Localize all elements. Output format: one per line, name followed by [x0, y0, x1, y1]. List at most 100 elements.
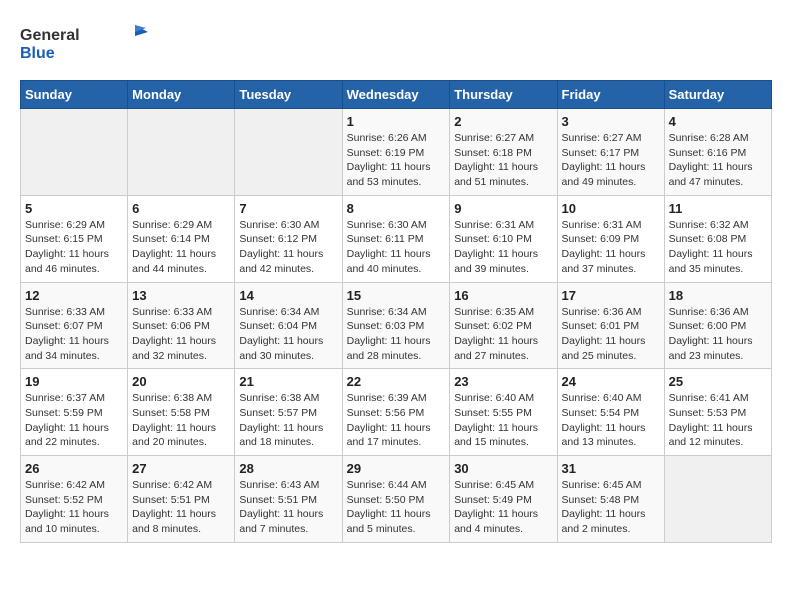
logo: General Blue [20, 20, 150, 70]
calendar-cell: 19 Sunrise: 6:37 AM Sunset: 5:59 PM Dayli… [21, 369, 128, 456]
day-info: Sunrise: 6:27 AM Sunset: 6:18 PM Dayligh… [454, 131, 552, 190]
day-number: 17 [562, 288, 660, 303]
calendar-cell [664, 456, 771, 543]
day-info: Sunrise: 6:45 AM Sunset: 5:49 PM Dayligh… [454, 478, 552, 537]
calendar-cell: 18 Sunrise: 6:36 AM Sunset: 6:00 PM Dayli… [664, 282, 771, 369]
day-info: Sunrise: 6:37 AM Sunset: 5:59 PM Dayligh… [25, 391, 123, 450]
weekday-header-tuesday: Tuesday [235, 81, 342, 109]
calendar-cell: 22 Sunrise: 6:39 AM Sunset: 5:56 PM Dayli… [342, 369, 450, 456]
day-info: Sunrise: 6:43 AM Sunset: 5:51 PM Dayligh… [239, 478, 337, 537]
day-number: 23 [454, 374, 552, 389]
weekday-header-saturday: Saturday [664, 81, 771, 109]
day-number: 21 [239, 374, 337, 389]
day-info: Sunrise: 6:28 AM Sunset: 6:16 PM Dayligh… [669, 131, 767, 190]
day-info: Sunrise: 6:26 AM Sunset: 6:19 PM Dayligh… [347, 131, 446, 190]
calendar-cell: 9 Sunrise: 6:31 AM Sunset: 6:10 PM Daylig… [450, 195, 557, 282]
day-info: Sunrise: 6:44 AM Sunset: 5:50 PM Dayligh… [347, 478, 446, 537]
calendar-cell [128, 109, 235, 196]
calendar-cell: 11 Sunrise: 6:32 AM Sunset: 6:08 PM Dayli… [664, 195, 771, 282]
day-number: 31 [562, 461, 660, 476]
day-info: Sunrise: 6:31 AM Sunset: 6:09 PM Dayligh… [562, 218, 660, 277]
day-number: 25 [669, 374, 767, 389]
weekday-header-sunday: Sunday [21, 81, 128, 109]
day-info: Sunrise: 6:42 AM Sunset: 5:52 PM Dayligh… [25, 478, 123, 537]
calendar-cell: 25 Sunrise: 6:41 AM Sunset: 5:53 PM Dayli… [664, 369, 771, 456]
calendar-cell: 8Sunrise: 6:30 AM Sunset: 6:11 PM Daylig… [342, 195, 450, 282]
calendar-cell: 7 Sunrise: 6:30 AM Sunset: 6:12 PM Daylig… [235, 195, 342, 282]
day-info: Sunrise: 6:41 AM Sunset: 5:53 PM Dayligh… [669, 391, 767, 450]
day-number: 2 [454, 114, 552, 129]
day-number: 6 [132, 201, 230, 216]
day-number: 30 [454, 461, 552, 476]
day-info: Sunrise: 6:36 AM Sunset: 6:01 PM Dayligh… [562, 305, 660, 364]
day-info: Sunrise: 6:38 AM Sunset: 5:57 PM Dayligh… [239, 391, 337, 450]
day-info: Sunrise: 6:39 AM Sunset: 5:56 PM Dayligh… [347, 391, 446, 450]
day-number: 29 [347, 461, 446, 476]
day-number: 22 [347, 374, 446, 389]
day-number: 16 [454, 288, 552, 303]
calendar-week-4: 19 Sunrise: 6:37 AM Sunset: 5:59 PM Dayli… [21, 369, 772, 456]
calendar-cell: 21 Sunrise: 6:38 AM Sunset: 5:57 PM Dayli… [235, 369, 342, 456]
calendar-cell: 2 Sunrise: 6:27 AM Sunset: 6:18 PM Daylig… [450, 109, 557, 196]
day-info: Sunrise: 6:40 AM Sunset: 5:54 PM Dayligh… [562, 391, 660, 450]
day-info: Sunrise: 6:31 AM Sunset: 6:10 PM Dayligh… [454, 218, 552, 277]
calendar-cell: 29 Sunrise: 6:44 AM Sunset: 5:50 PM Dayli… [342, 456, 450, 543]
logo-svg: General Blue [20, 20, 150, 70]
calendar-cell: 24 Sunrise: 6:40 AM Sunset: 5:54 PM Dayli… [557, 369, 664, 456]
calendar-cell: 16 Sunrise: 6:35 AM Sunset: 6:02 PM Dayli… [450, 282, 557, 369]
day-info: Sunrise: 6:42 AM Sunset: 5:51 PM Dayligh… [132, 478, 230, 537]
calendar-cell: 14 Sunrise: 6:34 AM Sunset: 6:04 PM Dayli… [235, 282, 342, 369]
calendar-cell: 5Sunrise: 6:29 AM Sunset: 6:15 PM Daylig… [21, 195, 128, 282]
day-number: 19 [25, 374, 123, 389]
day-number: 28 [239, 461, 337, 476]
calendar-cell: 10 Sunrise: 6:31 AM Sunset: 6:09 PM Dayli… [557, 195, 664, 282]
calendar-cell: 31 Sunrise: 6:45 AM Sunset: 5:48 PM Dayli… [557, 456, 664, 543]
svg-text:Blue: Blue [20, 45, 55, 62]
calendar-cell: 13Sunrise: 6:33 AM Sunset: 6:06 PM Dayli… [128, 282, 235, 369]
weekday-header-thursday: Thursday [450, 81, 557, 109]
calendar-cell: 4Sunrise: 6:28 AM Sunset: 6:16 PM Daylig… [664, 109, 771, 196]
day-number: 18 [669, 288, 767, 303]
page-header: General Blue [20, 20, 772, 70]
calendar-cell: 6 Sunrise: 6:29 AM Sunset: 6:14 PM Daylig… [128, 195, 235, 282]
day-info: Sunrise: 6:36 AM Sunset: 6:00 PM Dayligh… [669, 305, 767, 364]
day-number: 7 [239, 201, 337, 216]
calendar-cell: 30 Sunrise: 6:45 AM Sunset: 5:49 PM Dayli… [450, 456, 557, 543]
calendar-cell [235, 109, 342, 196]
day-info: Sunrise: 6:30 AM Sunset: 6:12 PM Dayligh… [239, 218, 337, 277]
calendar-table: SundayMondayTuesdayWednesdayThursdayFrid… [20, 80, 772, 543]
day-info: Sunrise: 6:45 AM Sunset: 5:48 PM Dayligh… [562, 478, 660, 537]
day-info: Sunrise: 6:35 AM Sunset: 6:02 PM Dayligh… [454, 305, 552, 364]
calendar-cell: 28 Sunrise: 6:43 AM Sunset: 5:51 PM Dayli… [235, 456, 342, 543]
weekday-header-friday: Friday [557, 81, 664, 109]
day-number: 9 [454, 201, 552, 216]
day-number: 14 [239, 288, 337, 303]
day-info: Sunrise: 6:34 AM Sunset: 6:04 PM Dayligh… [239, 305, 337, 364]
day-info: Sunrise: 6:27 AM Sunset: 6:17 PM Dayligh… [562, 131, 660, 190]
day-number: 24 [562, 374, 660, 389]
day-number: 15 [347, 288, 446, 303]
day-number: 1 [347, 114, 446, 129]
day-info: Sunrise: 6:33 AM Sunset: 6:07 PM Dayligh… [25, 305, 123, 364]
day-number: 26 [25, 461, 123, 476]
day-number: 20 [132, 374, 230, 389]
day-info: Sunrise: 6:40 AM Sunset: 5:55 PM Dayligh… [454, 391, 552, 450]
day-number: 12 [25, 288, 123, 303]
calendar-cell [21, 109, 128, 196]
calendar-cell: 1 Sunrise: 6:26 AM Sunset: 6:19 PM Daylig… [342, 109, 450, 196]
calendar-cell: 15 Sunrise: 6:34 AM Sunset: 6:03 PM Dayli… [342, 282, 450, 369]
day-info: Sunrise: 6:32 AM Sunset: 6:08 PM Dayligh… [669, 218, 767, 277]
weekday-header-row: SundayMondayTuesdayWednesdayThursdayFrid… [21, 81, 772, 109]
calendar-cell: 12 Sunrise: 6:33 AM Sunset: 6:07 PM Dayli… [21, 282, 128, 369]
day-number: 10 [562, 201, 660, 216]
day-info: Sunrise: 6:34 AM Sunset: 6:03 PM Dayligh… [347, 305, 446, 364]
calendar-cell: 20 Sunrise: 6:38 AM Sunset: 5:58 PM Dayli… [128, 369, 235, 456]
day-info: Sunrise: 6:38 AM Sunset: 5:58 PM Dayligh… [132, 391, 230, 450]
weekday-header-wednesday: Wednesday [342, 81, 450, 109]
day-number: 3 [562, 114, 660, 129]
calendar-week-3: 12 Sunrise: 6:33 AM Sunset: 6:07 PM Dayli… [21, 282, 772, 369]
day-info: Sunrise: 6:29 AM Sunset: 6:14 PM Dayligh… [132, 218, 230, 277]
day-info: Sunrise: 6:29 AM Sunset: 6:15 PM Dayligh… [25, 218, 123, 277]
day-info: Sunrise: 6:30 AM Sunset: 6:11 PM Dayligh… [347, 218, 446, 277]
day-number: 11 [669, 201, 767, 216]
